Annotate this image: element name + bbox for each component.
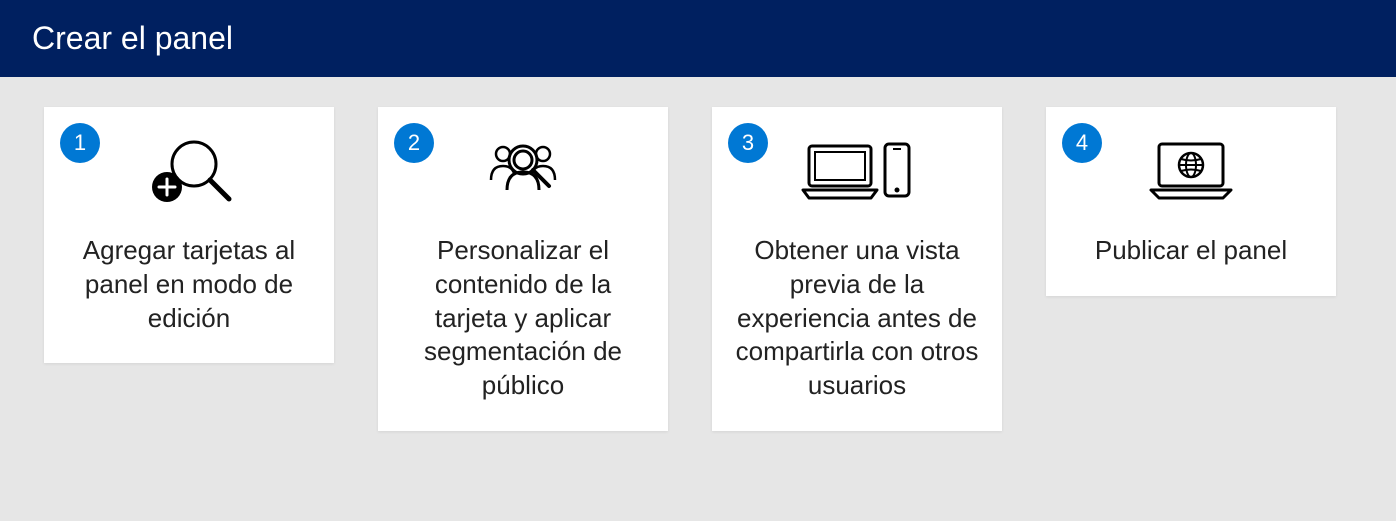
panel-title: Crear el panel [32,20,233,56]
step-number-badge: 3 [728,123,768,163]
step-text: Agregar tarjetas al panel en modo de edi… [64,234,314,335]
step-card-3: 3 Obtener una vista previa de la experie… [712,107,1002,431]
step-text: Personalizar el contenido de la tarjeta … [398,234,648,403]
add-magnify-icon [139,129,239,214]
step-number-badge: 2 [394,123,434,163]
step-card-2: 2 Personalizar el conte [378,107,668,431]
step-number-badge: 1 [60,123,100,163]
laptop-globe-icon [1141,129,1241,214]
step-card-4: 4 Publicar el panel [1046,107,1336,296]
steps-row: 1 Agregar tarjetas al panel en modo de e… [0,77,1396,521]
audience-magnify-icon [473,129,573,214]
step-text: Publicar el panel [1095,234,1287,268]
panel-title-bar: Crear el panel [0,0,1396,77]
step-number-badge: 4 [1062,123,1102,163]
step-card-1: 1 Agregar tarjetas al panel en modo de e… [44,107,334,363]
laptop-mobile-icon [797,129,917,214]
diagram-container: Crear el panel 1 Agregar tarjetas al pan… [0,0,1396,521]
step-text: Obtener una vista previa de la experienc… [732,234,982,403]
